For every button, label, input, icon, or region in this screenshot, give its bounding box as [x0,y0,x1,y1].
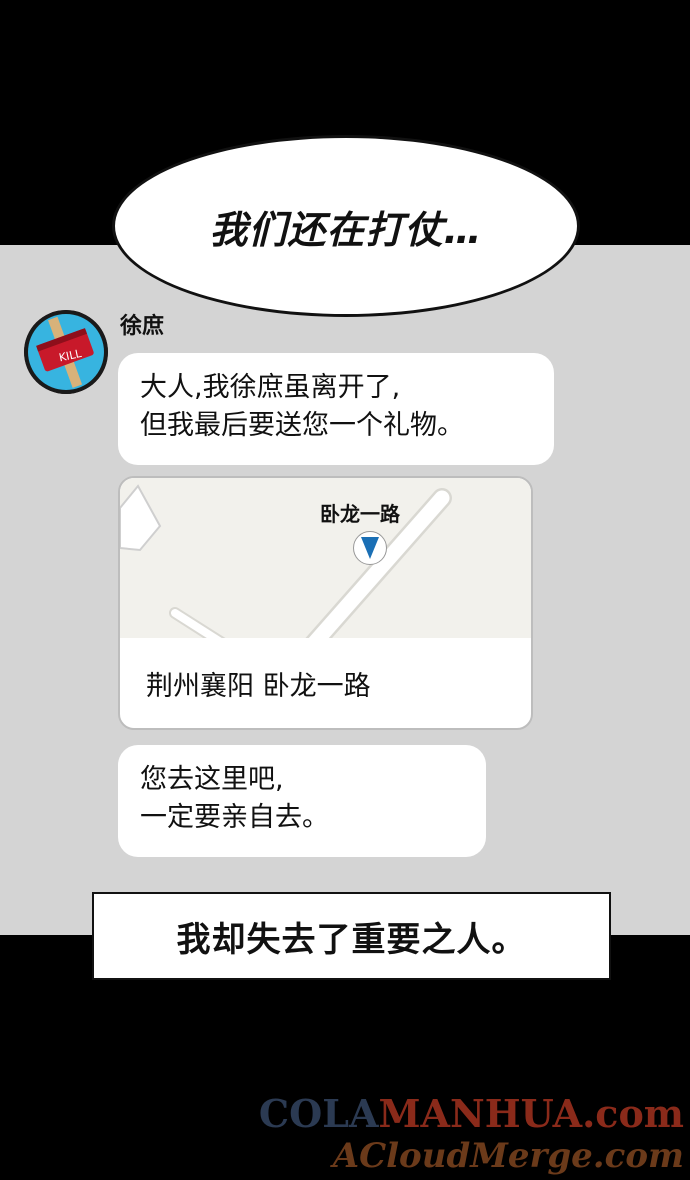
watermark-part: MANHUA [378,1091,583,1136]
road-label: 卧龙一路 [320,502,400,526]
watermark-line1: COLAMANHUA.com [259,1092,684,1136]
watermark: COLAMANHUA.com ACloudMerge.com [259,1092,684,1177]
narration-box: 我却失去了重要之人。 [92,892,611,980]
message-line: 您去这里吧, [140,764,284,795]
message-bubble: 您去这里吧, 一定要亲自去。 [118,745,486,857]
watermark-line2: ACloudMerge.com [332,1136,684,1176]
speech-bubble: 我们还在打仗… [112,135,580,317]
avatar[interactable]: KILL [24,310,108,394]
speech-bubble-text: 我们还在打仗… [209,207,483,252]
location-address: 荆州襄阳 卧龙一路 [146,671,371,702]
sender-name: 徐庶 [120,314,165,339]
pin-arrow-icon [361,537,379,559]
message-line: 但我最后要送您一个礼物。 [140,410,464,441]
hammer-kill-icon: KILL [24,310,108,394]
location-pin-icon[interactable] [353,531,387,565]
location-card[interactable]: 卧龙一路 荆州襄阳 卧龙一路 [118,476,533,730]
message-line: 大人,我徐庶虽离开了, [140,372,401,403]
narration-text: 我却失去了重要之人。 [176,919,527,960]
map-preview[interactable]: 卧龙一路 [120,478,531,638]
message-bubble: 大人,我徐庶虽离开了, 但我最后要送您一个礼物。 [118,353,554,465]
watermark-part: COLA [258,1091,379,1136]
message-line: 一定要亲自去。 [140,802,329,833]
watermark-part: .com [582,1091,684,1136]
